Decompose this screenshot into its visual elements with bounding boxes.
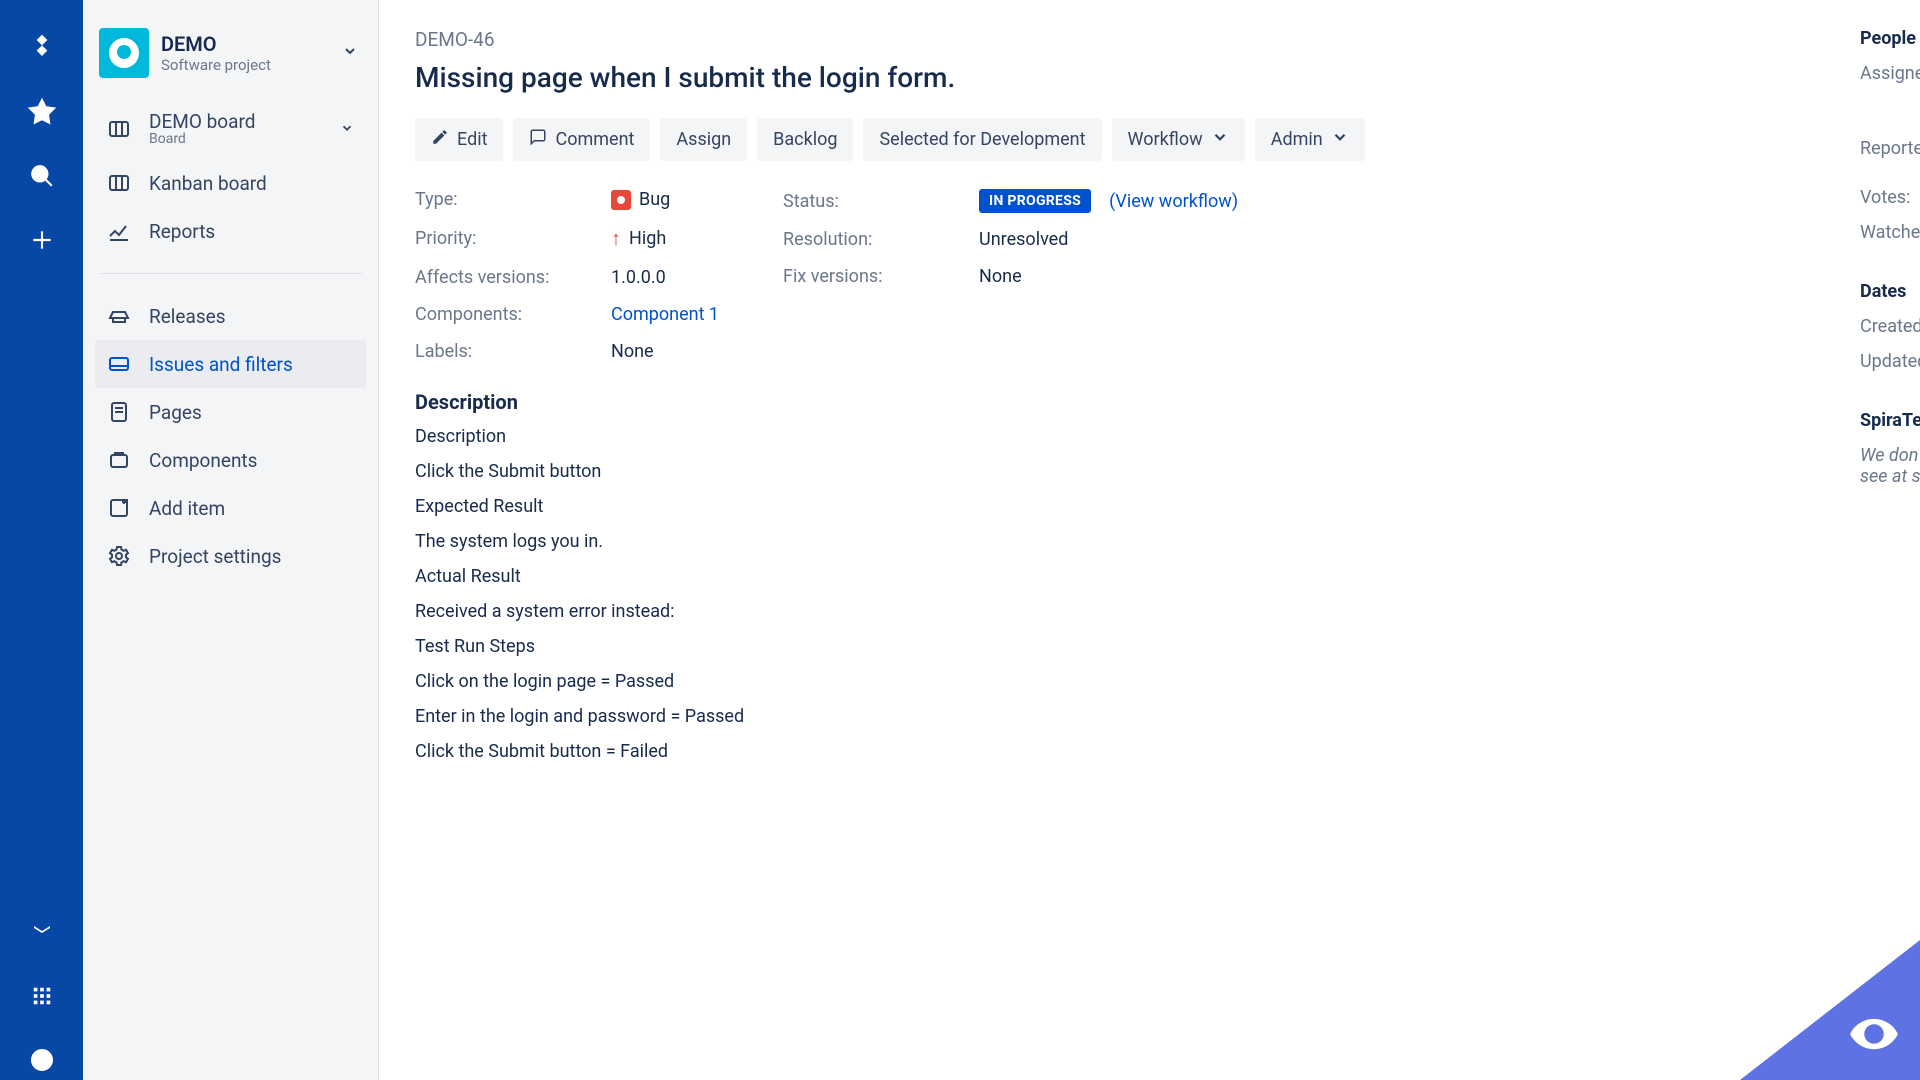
admin-button[interactable]: Admin: [1255, 118, 1365, 161]
notification-icon[interactable]: [22, 912, 62, 952]
chevron-down-icon: [1211, 128, 1229, 151]
chevron-down-icon: [1331, 128, 1349, 151]
sidebar-item-board[interactable]: DEMO board Board: [95, 98, 366, 159]
issue-key[interactable]: DEMO-46: [415, 28, 1884, 51]
field-status: Status: IN PROGRESS (View workflow): [783, 189, 1238, 213]
issue-toolbar: Edit Comment Assign Backlog Selected for…: [415, 118, 1884, 161]
board-subtitle: Board: [149, 131, 255, 147]
workflow-button[interactable]: Workflow: [1112, 118, 1245, 161]
view-workflow-link[interactable]: (View workflow): [1109, 191, 1238, 212]
desc-line: Received a system error instead:: [415, 601, 1884, 622]
eye-icon[interactable]: [1848, 1008, 1900, 1064]
desc-line: Test Run Steps: [415, 636, 1884, 657]
sidebar-item-label: Add item: [149, 497, 225, 520]
sidebar-item-releases[interactable]: Releases: [95, 292, 366, 340]
desc-line: The system logs you in.: [415, 531, 1884, 552]
right-panel: People Assignee Reporter Votes: Watchers…: [1860, 28, 1920, 487]
people-heading: People: [1860, 28, 1920, 49]
sidebar-item-label: Issues and filters: [149, 353, 293, 376]
help-icon[interactable]: [22, 1040, 62, 1080]
chevron-down-icon[interactable]: [342, 43, 358, 63]
field-priority: Priority: ↑High: [415, 226, 719, 251]
field-fix-versions: Fix versions: None: [783, 266, 1238, 287]
search-icon[interactable]: [22, 156, 62, 196]
spira-heading: SpiraTest: [1860, 410, 1920, 431]
desc-line: Actual Result: [415, 566, 1884, 587]
priority-high-icon: ↑: [611, 226, 621, 251]
desc-line: Enter in the login and password = Passed: [415, 706, 1884, 727]
main-content: DEMO-46 Missing page when I submit the l…: [379, 0, 1920, 1080]
sidebar-item-label: Project settings: [149, 545, 281, 568]
create-icon[interactable]: [22, 220, 62, 260]
board-icon: [107, 117, 131, 141]
board-title: DEMO board: [149, 110, 255, 133]
watchers-label: Watchers: [1860, 222, 1920, 243]
project-subtitle: Software project: [161, 56, 271, 74]
status-lozenge: IN PROGRESS: [979, 189, 1091, 213]
sidebar-item-label: Pages: [149, 401, 202, 424]
dates-heading: Dates: [1860, 281, 1920, 302]
reports-icon: [107, 219, 131, 243]
releases-icon: [107, 304, 131, 328]
issues-icon: [107, 352, 131, 376]
sidebar-item-label: Releases: [149, 305, 226, 328]
description-section: Description Description Click the Submit…: [415, 390, 1884, 762]
project-name: DEMO: [161, 32, 271, 56]
desc-line: Description: [415, 426, 1884, 447]
sidebar-item-kanban[interactable]: Kanban board: [95, 159, 366, 207]
issue-title: Missing page when I submit the login for…: [415, 61, 1884, 94]
sidebar-item-label: Reports: [149, 220, 215, 243]
created-label: Created: [1860, 316, 1920, 337]
sidebar-item-add[interactable]: Add item: [95, 484, 366, 532]
field-components: Components: Component 1: [415, 304, 719, 325]
selected-dev-button[interactable]: Selected for Development: [863, 118, 1101, 161]
sidebar-item-label: Kanban board: [149, 172, 267, 195]
star-icon[interactable]: [22, 92, 62, 132]
sidebar-item-reports[interactable]: Reports: [95, 207, 366, 255]
project-avatar-icon: [99, 28, 149, 78]
pencil-icon: [431, 128, 449, 151]
pages-icon: [107, 400, 131, 424]
sidebar-item-label: Components: [149, 449, 257, 472]
description-heading: Description: [415, 390, 1884, 414]
chevron-down-icon[interactable]: [340, 117, 354, 140]
reporter-label: Reporter: [1860, 138, 1920, 159]
comment-icon: [529, 128, 547, 151]
sidebar-item-pages[interactable]: Pages: [95, 388, 366, 436]
field-resolution: Resolution: Unresolved: [783, 229, 1238, 250]
updated-label: Updated: [1860, 351, 1920, 372]
sidebar-item-components[interactable]: Components: [95, 436, 366, 484]
assign-button[interactable]: Assign: [660, 118, 747, 161]
component-link[interactable]: Component 1: [611, 304, 719, 325]
field-labels: Labels: None: [415, 341, 719, 362]
kanban-icon: [107, 171, 131, 195]
spira-line: see at s: [1860, 466, 1920, 487]
desc-line: Click the Submit button = Failed: [415, 741, 1884, 762]
gear-icon: [107, 544, 131, 568]
spira-line: We don: [1860, 445, 1920, 466]
components-icon: [107, 448, 131, 472]
jira-logo-icon[interactable]: [22, 28, 62, 68]
desc-line: Click on the login page = Passed: [415, 671, 1884, 692]
comment-button[interactable]: Comment: [513, 118, 650, 161]
backlog-button[interactable]: Backlog: [757, 118, 853, 161]
field-type: Type: Bug: [415, 189, 719, 210]
votes-label: Votes:: [1860, 187, 1920, 208]
desc-line: Expected Result: [415, 496, 1884, 517]
desc-line: Click the Submit button: [415, 461, 1884, 482]
project-sidebar: DEMO Software project DEMO board Board K…: [83, 0, 379, 1080]
global-nav: [0, 0, 83, 1080]
apps-icon[interactable]: [22, 976, 62, 1016]
assignee-label: Assignee: [1860, 63, 1920, 84]
sidebar-item-issues[interactable]: Issues and filters: [95, 340, 366, 388]
sidebar-divider: [99, 273, 362, 274]
edit-button[interactable]: Edit: [415, 118, 503, 161]
sidebar-item-settings[interactable]: Project settings: [95, 532, 366, 580]
bug-icon: [611, 190, 631, 210]
add-item-icon: [107, 496, 131, 520]
field-affects: Affects versions: 1.0.0.0: [415, 267, 719, 288]
project-header[interactable]: DEMO Software project: [95, 24, 366, 94]
